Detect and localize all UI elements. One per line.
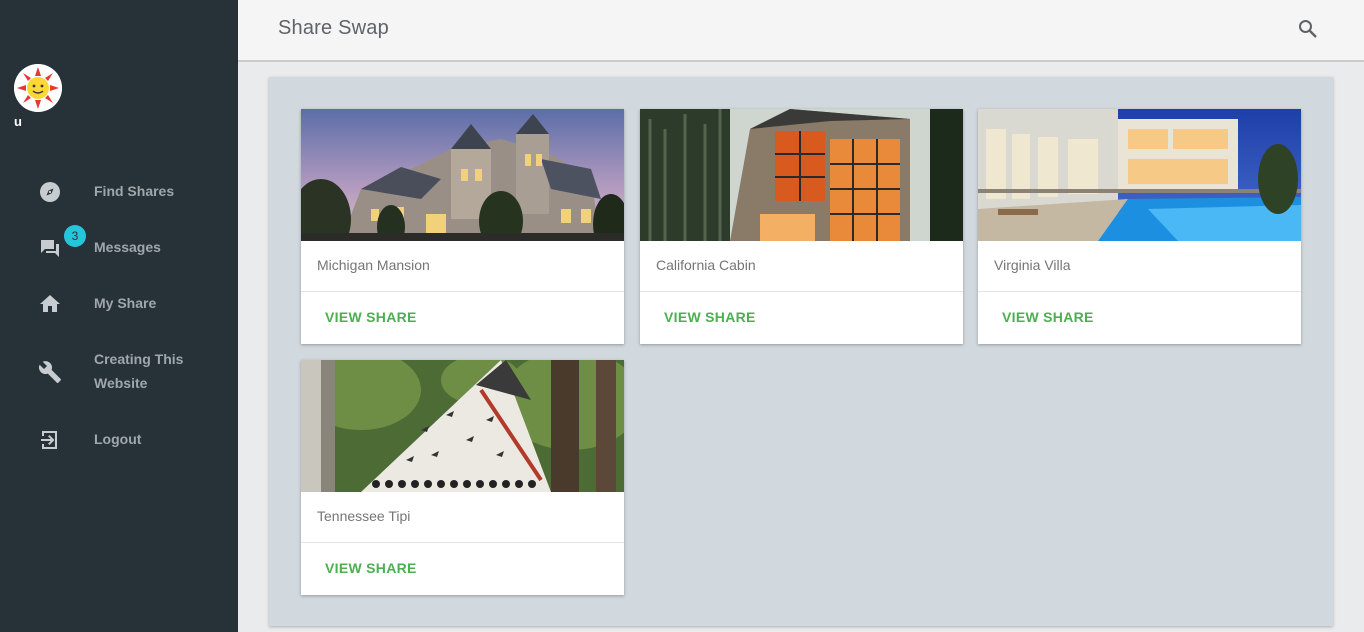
- view-share-button[interactable]: VIEW SHARE: [1002, 309, 1094, 325]
- sidebar-item-creating-this-website[interactable]: Creating This Website: [0, 346, 238, 398]
- share-image-mansion[interactable]: [301, 109, 624, 241]
- share-card: California Cabin VIEW SHARE: [640, 109, 963, 344]
- card-divider: [978, 291, 1301, 292]
- logout-icon: [38, 428, 62, 452]
- share-title: California Cabin: [656, 257, 756, 273]
- search-icon: [1299, 20, 1317, 38]
- messages-count-badge: 3: [64, 225, 86, 247]
- sidebar-item-label: Creating This Website: [94, 351, 184, 391]
- search-button[interactable]: [1296, 17, 1320, 41]
- home-icon: [38, 292, 62, 316]
- share-image-villa[interactable]: [978, 109, 1301, 241]
- app-title: Share Swap: [278, 17, 389, 39]
- card-divider: [301, 542, 624, 543]
- share-card: Virginia Villa VIEW SHARE: [978, 109, 1301, 344]
- share-title: Tennessee Tipi: [317, 508, 411, 524]
- sun-logo-icon: [14, 64, 62, 112]
- app-header: Share Swap: [238, 0, 1364, 62]
- sidebar-item-my-share[interactable]: My Share: [0, 290, 238, 318]
- share-card: Tennessee Tipi VIEW SHARE: [301, 360, 624, 595]
- sidebar-item-find-shares[interactable]: Find Shares: [0, 178, 238, 206]
- shares-grid: Michigan Mansion VIEW SHARE California C…: [269, 77, 1333, 626]
- sidebar-item-label: Messages: [94, 239, 161, 255]
- share-title: Virginia Villa: [994, 257, 1071, 273]
- view-share-button[interactable]: VIEW SHARE: [664, 309, 756, 325]
- sidebar-item-messages[interactable]: Messages: [0, 234, 238, 262]
- wrench-icon: [38, 360, 62, 384]
- username: u: [14, 114, 22, 129]
- sidebar-item-label: My Share: [94, 295, 157, 311]
- sidebar-item-label: Find Shares: [94, 183, 175, 199]
- chat-icon: [38, 236, 62, 260]
- share-title: Michigan Mansion: [317, 257, 430, 273]
- sidebar-item-logout[interactable]: Logout: [0, 426, 238, 454]
- share-card: Michigan Mansion VIEW SHARE: [301, 109, 624, 344]
- compass-icon: [38, 180, 62, 204]
- card-divider: [640, 291, 963, 292]
- sidebar: u Find Shares Messages 3 My Share Creati…: [0, 0, 238, 632]
- share-image-cabin[interactable]: [640, 109, 963, 241]
- avatar[interactable]: [14, 64, 62, 112]
- card-divider: [301, 291, 624, 292]
- view-share-button[interactable]: VIEW SHARE: [325, 560, 417, 576]
- view-share-button[interactable]: VIEW SHARE: [325, 309, 417, 325]
- share-image-tipi[interactable]: [301, 360, 624, 492]
- sidebar-item-label: Logout: [94, 431, 142, 447]
